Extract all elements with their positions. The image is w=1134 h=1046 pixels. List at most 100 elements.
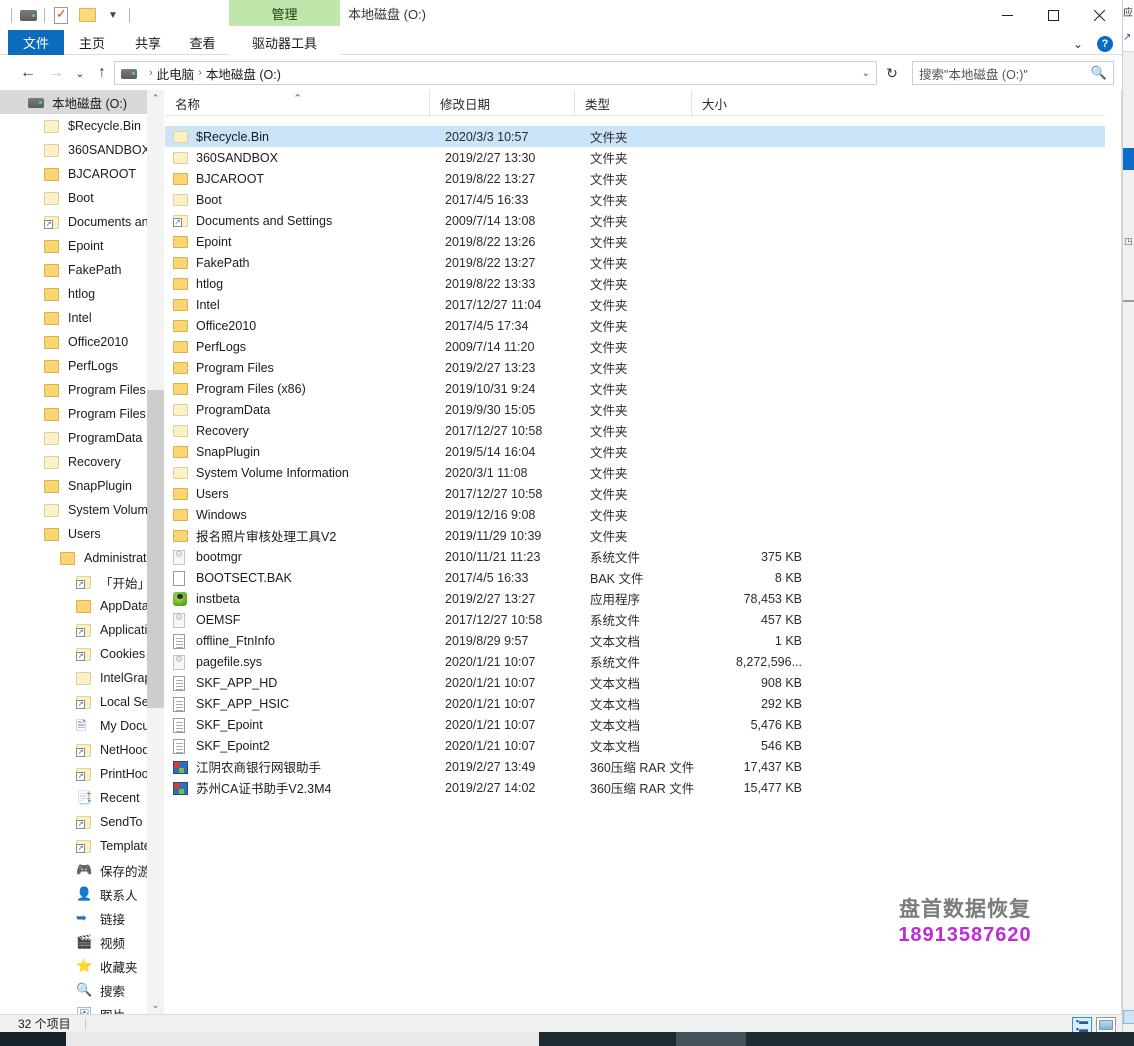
table-row[interactable]: Recovery 2017/12/27 10:58 文件夹 (165, 420, 1105, 441)
sidebar-item-2[interactable]: 360SANDBOX (0, 138, 163, 162)
search-input[interactable]: 搜索"本地磁盘 (O:)" (919, 64, 1091, 83)
sidebar-item-7[interactable]: FakePath (0, 258, 163, 282)
table-row[interactable]: FakePath 2019/8/22 13:27 文件夹 (165, 252, 1105, 273)
taskbar-start-area[interactable] (0, 1032, 66, 1046)
sidebar-item-31[interactable]: ↗ Templates (0, 834, 163, 858)
table-row[interactable]: OEMSF 2017/12/27 10:58 系统文件 457 KB (165, 609, 1105, 630)
sidebar-item-36[interactable]: ⭐ 收藏夹 (0, 954, 163, 978)
sidebar-item-0[interactable]: 本地磁盘 (O:) (0, 90, 163, 114)
table-row[interactable]: Epoint 2019/8/22 13:26 文件夹 (165, 231, 1105, 252)
sidebar-item-27[interactable]: ↗ NetHood (0, 738, 163, 762)
tab-file[interactable]: 文件 (8, 30, 64, 55)
back-button[interactable]: ← (16, 61, 40, 85)
minimize-button[interactable] (984, 0, 1030, 30)
navigation-pane-scrollbar[interactable]: ⌃ ⌄ (147, 90, 164, 1014)
sidebar-item-29[interactable]: 📑 Recent (0, 786, 163, 810)
sidebar-item-14[interactable]: ProgramData (0, 426, 163, 450)
sidebar-item-9[interactable]: Intel (0, 306, 163, 330)
sidebar-item-15[interactable]: Recovery (0, 450, 163, 474)
table-row[interactable]: PerfLogs 2009/7/14 11:20 文件夹 (165, 336, 1105, 357)
table-row[interactable]: instbeta 2019/2/27 13:27 应用程序 78,453 KB (165, 588, 1105, 609)
search-icon[interactable]: 🔍 (1091, 65, 1107, 81)
table-row[interactable]: Program Files 2019/2/27 13:23 文件夹 (165, 357, 1105, 378)
up-button[interactable]: ↑ (90, 61, 114, 85)
table-row[interactable]: BOOTSECT.BAK 2017/4/5 16:33 BAK 文件 8 KB (165, 567, 1105, 588)
sidebar-item-25[interactable]: ↗ Local Settin (0, 690, 163, 714)
taskbar[interactable] (0, 1032, 1134, 1046)
sidebar-item-12[interactable]: Program Files (0, 378, 163, 402)
sidebar-item-34[interactable]: ➥ 链接 (0, 906, 163, 930)
table-row[interactable]: bootmgr 2010/11/21 11:23 系统文件 375 KB (165, 546, 1105, 567)
tab-drive-tools[interactable]: 驱动器工具 (229, 30, 340, 55)
sidebar-item-10[interactable]: Office2010 (0, 330, 163, 354)
tab-share[interactable]: 共享 (120, 30, 176, 55)
tab-view[interactable]: 查看 (176, 30, 229, 55)
taskbar-active-item[interactable] (676, 1032, 746, 1046)
sidebar-item-33[interactable]: 👤 联系人 (0, 882, 163, 906)
table-row[interactable]: SnapPlugin 2019/5/14 16:04 文件夹 (165, 441, 1105, 462)
help-icon[interactable]: ? (1097, 36, 1113, 52)
sidebar-item-35[interactable]: 🎬 视频 (0, 930, 163, 954)
sidebar-item-26[interactable]: 🗎 My Docum (0, 714, 163, 738)
table-row[interactable]: ↗ Documents and Settings 2009/7/14 13:08 文件… (165, 210, 1105, 231)
table-row[interactable]: Users 2017/12/27 10:58 文件夹 (165, 483, 1105, 504)
table-row[interactable]: htlog 2019/8/22 13:33 文件夹 (165, 273, 1105, 294)
breadcrumb-this-pc[interactable]: 此电脑 (157, 64, 195, 83)
table-row[interactable]: $Recycle.Bin 2020/3/3 10:57 文件夹 (165, 126, 1105, 147)
maximize-button[interactable] (1030, 0, 1076, 30)
column-header-date[interactable]: 修改日期 (429, 90, 574, 116)
sidebar-item-19[interactable]: Administrato (0, 546, 163, 570)
breadcrumb-local-disk[interactable]: 本地磁盘 (O:) (206, 64, 281, 83)
address-bar[interactable]: › 此电脑 › 本地磁盘 (O:) ⌄ (114, 61, 877, 85)
table-row[interactable]: ProgramData 2019/9/30 15:05 文件夹 (165, 399, 1105, 420)
sidebar-item-3[interactable]: BJCAROOT (0, 162, 163, 186)
search-box[interactable]: 搜索"本地磁盘 (O:)" 🔍 (912, 61, 1114, 85)
sidebar-item-4[interactable]: Boot (0, 186, 163, 210)
table-row[interactable]: Office2010 2017/4/5 17:34 文件夹 (165, 315, 1105, 336)
chevron-down-icon[interactable]: ⌄ (1073, 37, 1083, 51)
sidebar-item-38[interactable]: 🖼 图片 (0, 1002, 163, 1014)
background-window[interactable]: 应 ↗ ◳ (1122, 0, 1134, 1032)
sidebar-item-6[interactable]: Epoint (0, 234, 163, 258)
forward-button[interactable]: → (44, 61, 68, 85)
table-row[interactable]: Program Files (x86) 2019/10/31 9:24 文件夹 (165, 378, 1105, 399)
customize-qat-caret-icon[interactable]: ▼ (100, 2, 126, 28)
table-row[interactable]: pagefile.sys 2020/1/21 10:07 系统文件 8,272,596… (165, 651, 1105, 672)
refresh-button[interactable]: ↻ (880, 61, 904, 85)
sidebar-item-18[interactable]: Users (0, 522, 163, 546)
table-row[interactable]: offline_FtnInfo 2019/8/29 9:57 文本文档 1 KB (165, 630, 1105, 651)
column-header-size[interactable]: 大小 (691, 90, 802, 116)
table-row[interactable]: 报名照片审核处理工具V2 2019/11/29 10:39 文件夹 (165, 525, 1105, 546)
table-row[interactable]: SKF_Epoint2 2020/1/21 10:07 文本文档 546 KB (165, 735, 1105, 756)
view-details-button[interactable]: ▪▬ ▪▬ (1072, 1017, 1092, 1034)
sidebar-item-37[interactable]: 🔍 搜索 (0, 978, 163, 1002)
background-window-status-button[interactable] (1123, 1010, 1134, 1024)
sidebar-item-16[interactable]: SnapPlugin (0, 474, 163, 498)
table-row[interactable]: SKF_APP_HD 2020/1/21 10:07 文本文档 908 KB (165, 672, 1105, 693)
sidebar-item-13[interactable]: Program Files (0, 402, 163, 426)
table-row[interactable]: BJCAROOT 2019/8/22 13:27 文件夹 (165, 168, 1105, 189)
table-row[interactable]: SKF_Epoint 2020/1/21 10:07 文本文档 5,476 KB (165, 714, 1105, 735)
column-header-type[interactable]: 类型 (574, 90, 691, 116)
view-large-icons-button[interactable] (1096, 1017, 1116, 1033)
sidebar-item-17[interactable]: System Volum (0, 498, 163, 522)
address-dropdown-icon[interactable]: ⌄ (862, 68, 870, 79)
sidebar-item-1[interactable]: $Recycle.Bin (0, 114, 163, 138)
sidebar-item-11[interactable]: PerfLogs (0, 354, 163, 378)
table-row[interactable]: 江阴农商银行网银助手 2019/2/27 13:49 360压缩 RAR 文件 17,… (165, 756, 1105, 777)
sidebar-item-5[interactable]: ↗ Documents an (0, 210, 163, 234)
scrollbar-thumb[interactable] (147, 390, 164, 708)
properties-icon[interactable] (48, 2, 74, 28)
close-button[interactable] (1076, 0, 1122, 30)
table-row[interactable]: Boot 2017/4/5 16:33 文件夹 (165, 189, 1105, 210)
sidebar-item-24[interactable]: IntelGraph (0, 666, 163, 690)
table-row[interactable]: System Volume Information 2020/3/1 11:08 文… (165, 462, 1105, 483)
sidebar-item-23[interactable]: ↗ Cookies (0, 642, 163, 666)
table-row[interactable]: SKF_APP_HSIC 2020/1/21 10:07 文本文档 292 KB (165, 693, 1105, 714)
sidebar-item-22[interactable]: ↗ Application (0, 618, 163, 642)
sidebar-item-8[interactable]: htlog (0, 282, 163, 306)
table-row[interactable]: Windows 2019/12/16 9:08 文件夹 (165, 504, 1105, 525)
sidebar-item-30[interactable]: ↗ SendTo (0, 810, 163, 834)
sidebar-item-32[interactable]: 🎮 保存的游戏 (0, 858, 163, 882)
scroll-up-arrow-icon[interactable]: ⌃ (147, 90, 164, 107)
